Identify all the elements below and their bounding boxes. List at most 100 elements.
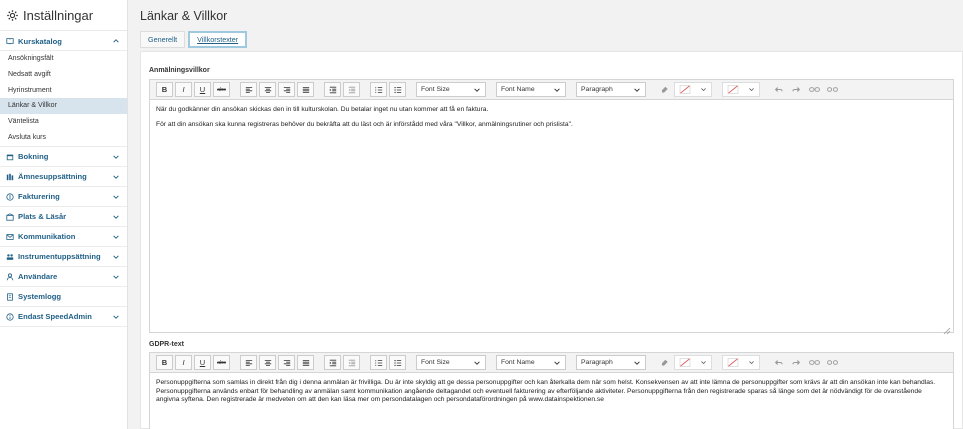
sidebar-section-label: Kommunikation bbox=[18, 232, 76, 242]
sidebar-section-amnesuppsattning[interactable]: Ämnesuppsättning bbox=[0, 167, 127, 188]
chevron-down-icon bbox=[112, 253, 120, 261]
sidebar-item-hyrinstrument[interactable]: Hyrinstrument bbox=[0, 82, 127, 98]
eraser-icon bbox=[661, 86, 668, 93]
insert-link-button[interactable] bbox=[806, 355, 822, 370]
background-color-picker[interactable] bbox=[722, 355, 760, 370]
sidebar-section-instrumentuppsattning[interactable]: Instrumentuppsättning bbox=[0, 247, 127, 268]
align-center-button[interactable] bbox=[259, 82, 276, 97]
tab-panel: Anmälningsvillkor B I U abc Font Size Fo… bbox=[140, 51, 963, 429]
paragraph-format-select[interactable]: Paragraph bbox=[576, 355, 646, 370]
align-left-button[interactable] bbox=[240, 355, 257, 370]
align-left-button[interactable] bbox=[240, 82, 257, 97]
align-right-icon bbox=[283, 86, 290, 93]
font-size-select[interactable]: Font Size bbox=[416, 355, 486, 370]
align-right-icon bbox=[283, 359, 290, 366]
link-icon bbox=[808, 360, 820, 365]
align-justify-button[interactable] bbox=[297, 355, 314, 370]
underline-button[interactable]: U bbox=[194, 355, 211, 370]
sidebar-section-fakturering[interactable]: Fakturering bbox=[0, 187, 127, 208]
undo-button[interactable] bbox=[770, 355, 786, 370]
paragraph-format-select[interactable]: Paragraph bbox=[576, 82, 646, 97]
chevron-down-icon bbox=[700, 361, 706, 365]
strikethrough-button[interactable]: abc bbox=[213, 355, 230, 370]
background-color-picker[interactable] bbox=[722, 82, 760, 97]
sidebar-section-kommunikation[interactable]: Kommunikation bbox=[0, 227, 127, 248]
sidebar-section-endast-speedadmin[interactable]: Endast SpeedAdmin bbox=[0, 307, 127, 328]
tab-generellt[interactable]: Generellt bbox=[140, 31, 186, 48]
align-justify-button[interactable] bbox=[297, 82, 314, 97]
sidebar-section-bokning[interactable]: Bokning bbox=[0, 147, 127, 168]
clear-format-button[interactable] bbox=[656, 82, 672, 97]
strikethrough-button[interactable]: abc bbox=[213, 82, 230, 97]
chevron-down-icon bbox=[112, 273, 120, 281]
text-color-picker[interactable] bbox=[674, 82, 712, 97]
sidebar-section-label: Systemlogg bbox=[18, 292, 62, 302]
underline-button[interactable]: U bbox=[194, 82, 211, 97]
sidebar-section-label: Plats & Läsår bbox=[18, 212, 67, 222]
outdent-button[interactable] bbox=[343, 355, 360, 370]
page-title: Länkar & Villkor bbox=[140, 9, 228, 23]
undo-button[interactable] bbox=[770, 82, 786, 97]
remove-link-button[interactable] bbox=[824, 82, 840, 97]
dollar-circle-icon bbox=[6, 193, 14, 201]
undo-icon bbox=[774, 86, 783, 93]
sidebar-section-kurskatalog[interactable]: Kurskatalog bbox=[0, 32, 127, 51]
calendar-icon bbox=[6, 153, 14, 161]
bold-button[interactable]: B bbox=[156, 82, 173, 97]
font-size-select[interactable]: Font Size bbox=[416, 82, 486, 97]
sidebar-section-anvandare[interactable]: Användare bbox=[0, 267, 127, 288]
ordered-list-button[interactable] bbox=[370, 355, 387, 370]
redo-button[interactable] bbox=[788, 355, 804, 370]
align-center-button[interactable] bbox=[259, 355, 276, 370]
sidebar-section-systemlogg[interactable]: Systemlogg bbox=[0, 287, 127, 308]
chevron-down-icon bbox=[112, 233, 120, 241]
indent-button[interactable] bbox=[324, 355, 341, 370]
insert-link-button[interactable] bbox=[806, 82, 822, 97]
sidebar-item-nedsatt-avgift[interactable]: Nedsatt avgift bbox=[0, 67, 127, 83]
text-color-picker[interactable] bbox=[674, 355, 712, 370]
editor-toolbar: B I U abc Font Size Font Name Paragraph bbox=[150, 353, 953, 373]
unlink-icon bbox=[826, 87, 838, 92]
align-justify-icon bbox=[302, 359, 309, 366]
field-label-gdpr-text: GDPR-text bbox=[149, 341, 185, 348]
indent-icon bbox=[329, 359, 336, 366]
editor-paragraph: Personuppgifterna som samlas in direkt f… bbox=[156, 379, 936, 404]
link-icon bbox=[808, 87, 820, 92]
rich-text-editor-anmalningsvillkor: B I U abc Font Size Font Name Paragraph … bbox=[149, 79, 954, 335]
ordered-list-button[interactable] bbox=[370, 82, 387, 97]
italic-button[interactable]: I bbox=[175, 355, 192, 370]
editor-paragraph: När du godkänner din ansökan skickas den… bbox=[156, 106, 489, 113]
tab-villkorstexter[interactable]: Villkorstexter bbox=[188, 31, 248, 48]
italic-button[interactable]: I bbox=[175, 82, 192, 97]
instruments-icon bbox=[6, 253, 14, 261]
redo-button[interactable] bbox=[788, 82, 804, 97]
resize-handle-icon[interactable] bbox=[943, 322, 951, 335]
unordered-list-button[interactable] bbox=[389, 82, 406, 97]
font-name-select[interactable]: Font Name bbox=[496, 82, 566, 97]
chevron-down-icon bbox=[633, 86, 641, 94]
align-right-button[interactable] bbox=[278, 82, 295, 97]
align-justify-icon bbox=[302, 86, 309, 93]
sidebar-item-lankar-villkor[interactable]: Länkar & Villkor bbox=[0, 98, 127, 114]
sidebar-item-avsluta-kurs[interactable]: Avsluta kurs bbox=[0, 129, 127, 145]
sidebar-section-plats-lasar[interactable]: Plats & Läsår bbox=[0, 207, 127, 228]
chevron-down-icon bbox=[112, 193, 120, 201]
sidebar-section-label: Fakturering bbox=[18, 192, 60, 202]
unordered-list-button[interactable] bbox=[389, 355, 406, 370]
editor-content[interactable]: När du godkänner din ansökan skickas den… bbox=[150, 100, 953, 141]
paragraph-format-value: Paragraph bbox=[581, 359, 613, 366]
sidebar-item-ansokningsfalt[interactable]: Ansökningsfält bbox=[0, 51, 127, 67]
gear-icon bbox=[6, 9, 19, 22]
remove-link-button[interactable] bbox=[824, 355, 840, 370]
outdent-icon bbox=[348, 359, 355, 366]
bold-button[interactable]: B bbox=[156, 355, 173, 370]
indent-button[interactable] bbox=[324, 82, 341, 97]
outdent-button[interactable] bbox=[343, 82, 360, 97]
sidebar-section-label: Endast SpeedAdmin bbox=[18, 312, 92, 322]
editor-content[interactable]: Personuppgifterna som samlas in direkt f… bbox=[150, 373, 953, 417]
align-right-button[interactable] bbox=[278, 355, 295, 370]
no-color-icon bbox=[679, 85, 691, 94]
sidebar-item-vantelista[interactable]: Väntelista bbox=[0, 114, 127, 130]
font-name-select[interactable]: Font Name bbox=[496, 355, 566, 370]
clear-format-button[interactable] bbox=[656, 355, 672, 370]
